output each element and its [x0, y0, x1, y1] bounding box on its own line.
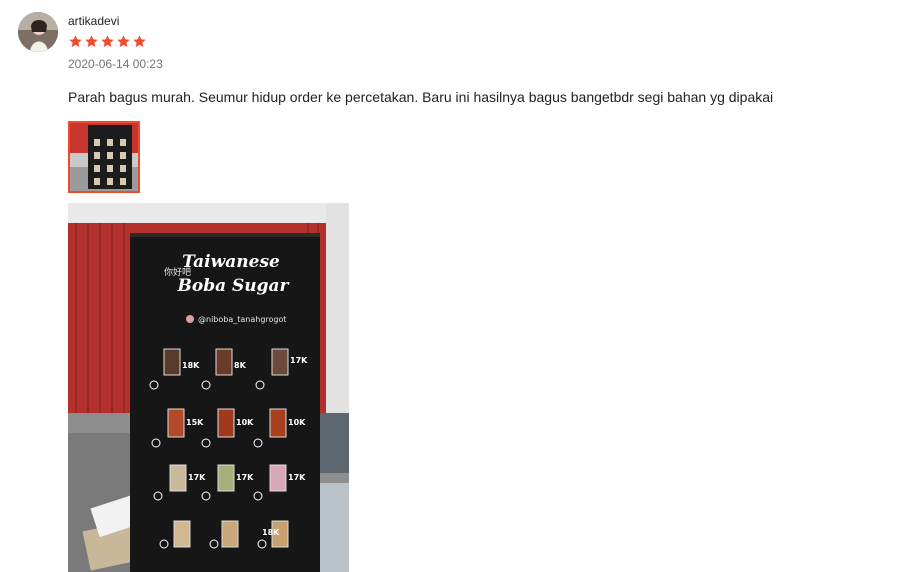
price-label: 17K [290, 356, 308, 365]
username[interactable]: artikadevi [68, 14, 119, 28]
price-label: 10K [236, 418, 254, 427]
star-icon [117, 35, 130, 48]
price-label: 10K [288, 418, 306, 427]
avatar[interactable] [18, 12, 58, 52]
banner-title-line1: Taiwanese [182, 252, 280, 272]
star-icon [101, 35, 114, 48]
price-label: 18K [262, 528, 280, 537]
star-rating [68, 34, 147, 49]
review-photo[interactable]: 你好吧 Taiwanese Boba Sugar @niboba_tanahgr… [68, 203, 349, 572]
price-label: 17K [236, 473, 254, 482]
price-label: 18K [182, 361, 200, 370]
price-label: 8K [234, 361, 247, 370]
review-photo-thumbnail[interactable] [68, 121, 140, 193]
star-icon [85, 35, 98, 48]
star-icon [133, 35, 146, 48]
price-label: 17K [188, 473, 206, 482]
star-icon [69, 35, 82, 48]
review-text: Parah bagus murah. Seumur hidup order ke… [68, 89, 774, 105]
banner-title-line2: Boba Sugar [176, 276, 289, 296]
banner-handle: @niboba_tanahgrogot [198, 315, 287, 324]
review-timestamp: 2020-06-14 00:23 [68, 57, 163, 71]
price-label: 15K [186, 418, 204, 427]
price-label: 17K [288, 473, 306, 482]
